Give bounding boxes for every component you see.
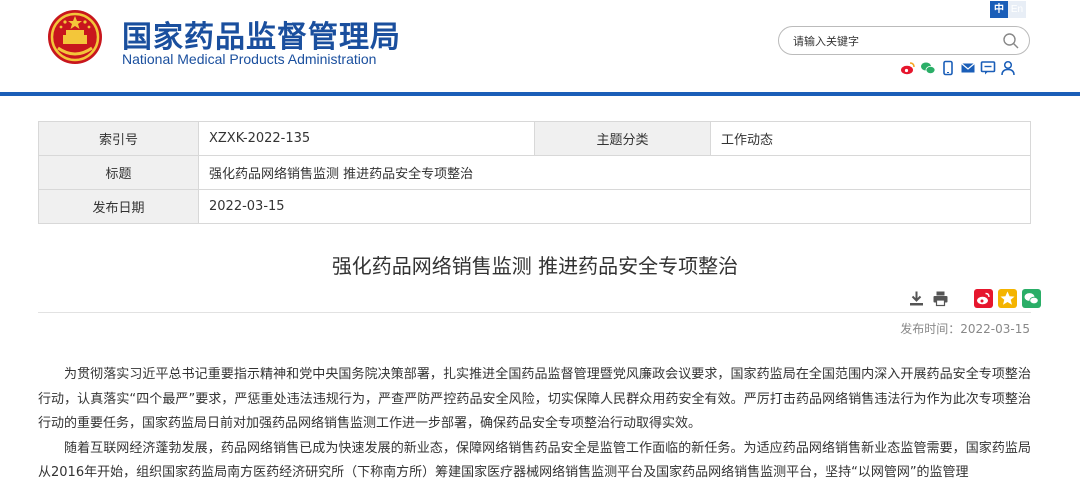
language-switch: 中 En	[990, 1, 1026, 18]
weibo-icon[interactable]	[900, 60, 916, 76]
tools-spacer	[955, 289, 969, 308]
article-info-table: 索引号 XZXK-2022-135 主题分类 工作动态 标题 强化药品网络销售监…	[38, 121, 1031, 224]
table-row: 发布日期 2022-03-15	[38, 189, 1031, 224]
download-icon[interactable]	[907, 289, 926, 308]
date-value: 2022-03-15	[198, 189, 1031, 224]
search-input[interactable]	[793, 31, 993, 51]
article-body: 为贯彻落实习近平总书记重要指示精神和党中央国务院决策部署，扎实推进全国药品监督管…	[38, 363, 1031, 486]
share-qzone-icon[interactable]	[998, 289, 1017, 308]
index-label: 索引号	[38, 121, 199, 156]
article-tools	[907, 289, 1041, 308]
table-row: 标题 强化药品网络销售监测 推进药品安全专项整治	[38, 155, 1031, 190]
wechat-icon[interactable]	[920, 60, 936, 76]
article-divider	[38, 312, 1031, 313]
index-value: XZXK-2022-135	[198, 121, 535, 156]
share-weibo-icon[interactable]	[974, 289, 993, 308]
search-icon[interactable]	[1002, 32, 1020, 50]
table-row: 索引号 XZXK-2022-135 主题分类 工作动态	[38, 121, 1031, 156]
publish-time: 发布时间：2022-03-15	[900, 322, 1030, 336]
site-title[interactable]: 国家药品监督管理局	[122, 12, 401, 56]
national-emblem-icon	[48, 10, 102, 64]
mail-icon[interactable]	[960, 60, 976, 76]
site-header: 国家药品监督管理局 National Medical Products Admi…	[0, 0, 1080, 92]
title-label: 标题	[38, 155, 199, 190]
category-label: 主题分类	[534, 121, 711, 156]
article-paragraph: 为贯彻落实习近平总书记重要指示精神和党中央国务院决策部署，扎实推进全国药品监督管…	[38, 367, 1031, 431]
article-title: 强化药品网络销售监测 推进药品安全专项整治	[331, 254, 739, 278]
category-value: 工作动态	[710, 121, 1031, 156]
date-label: 发布日期	[38, 189, 199, 224]
social-links	[900, 60, 1016, 76]
article-paragraph: 随着互联网经济蓬勃发展，药品网络销售已成为快速发展的新业态，保障网络销售药品安全…	[38, 440, 1031, 481]
header-divider-bar	[0, 92, 1080, 96]
mobile-icon[interactable]	[940, 60, 956, 76]
user-icon[interactable]	[1000, 60, 1016, 76]
print-icon[interactable]	[931, 289, 950, 308]
message-icon[interactable]	[980, 60, 996, 76]
site-subtitle[interactable]: National Medical Products Administration	[122, 51, 376, 67]
search-box	[778, 26, 1030, 55]
lang-en-button[interactable]: En	[1008, 1, 1026, 18]
lang-zh-button[interactable]: 中	[990, 1, 1008, 18]
title-value: 强化药品网络销售监测 推进药品安全专项整治	[198, 155, 1031, 190]
share-wechat-icon[interactable]	[1022, 289, 1041, 308]
